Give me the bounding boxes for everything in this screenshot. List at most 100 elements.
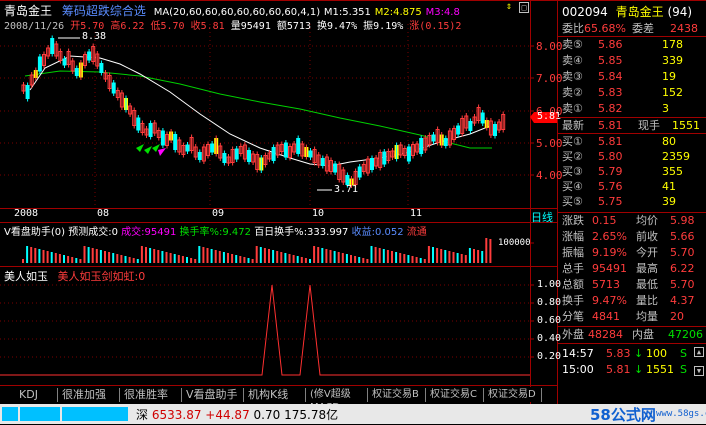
volume-bar (30, 247, 33, 263)
tab-v-kanpan[interactable]: V看盘助手 (182, 388, 244, 402)
volume-bar (321, 248, 324, 263)
volume-bar (128, 257, 131, 263)
volume-bar (67, 256, 70, 263)
price-chart (0, 24, 557, 376)
tab-hz-jq[interactable]: 很准加强 (58, 388, 120, 402)
volume-bar (173, 254, 176, 263)
scroll-up-icon[interactable]: ▲ (694, 347, 704, 357)
volume-bar (268, 249, 270, 263)
quote-divider-5 (558, 326, 706, 327)
volume-bar (399, 253, 402, 263)
month-10: 10 (312, 208, 325, 219)
price-axis-8: 8.00 (536, 40, 563, 53)
volume-bar (71, 257, 74, 263)
sub1-gain: 收益:0.052 (351, 227, 404, 238)
period-button[interactable]: 日线 (531, 209, 553, 225)
stat-row-1: 涨幅 2.65% 前收 5.66 (562, 230, 695, 243)
volume-bar (75, 258, 78, 263)
buy-row-1: 买① 5.81 80 (562, 135, 676, 148)
sub2-axis-08: 0.80 (537, 297, 562, 308)
volume-bar (255, 246, 258, 263)
sell-row-5: 卖⑤ 5.86 178 (562, 38, 683, 51)
volume-bar (440, 249, 443, 263)
volume-bar (378, 248, 381, 263)
stat-row-2: 振幅 9.19% 今开 5.70 (562, 246, 695, 259)
stock-code: 002094 (562, 5, 608, 19)
index-amount: 175.78亿 (284, 408, 339, 422)
volume-bar (354, 256, 357, 263)
volume-bar (181, 256, 184, 263)
buy-row-5: 买⑤ 5.75 39 (562, 195, 676, 208)
tick-row-0: 14:57 5.83 ↓ 100 S (562, 347, 687, 360)
volume-bar (259, 247, 262, 263)
volume-bar (423, 259, 426, 263)
volume-bar (460, 254, 463, 263)
sell-row-3: 卖③ 5.84 19 (562, 70, 676, 83)
volume-bar (54, 253, 57, 263)
volume-bar (149, 248, 152, 263)
sub1-forecast: 预测成交:0 (68, 227, 118, 238)
tab-qz-c[interactable]: 权证交易C (426, 388, 484, 402)
month-11: 11 (410, 208, 423, 219)
sub1-name[interactable]: V看盘助手(0) (4, 227, 65, 238)
sub2-signal: 美人如玉剑如虹:0 (57, 270, 146, 283)
tab-macd[interactable]: (修V超级MACD (306, 388, 368, 413)
volume-bar (157, 250, 160, 263)
volume-bar (391, 251, 393, 263)
quote-divider-6 (558, 343, 706, 344)
tab-qz-d[interactable]: 权证交易D (484, 388, 542, 402)
volume-bar (411, 256, 414, 263)
volume-bar (22, 259, 24, 263)
volume-bar (300, 257, 303, 263)
volume-bar (165, 252, 168, 263)
stat-row-5: 换手 9.47% 量比 4.37 (562, 294, 695, 307)
volume-bar (448, 251, 451, 263)
volume-bar (239, 256, 242, 263)
status-index: 深 6533.87 +44.87 0.70 175.78亿 (136, 406, 338, 423)
price-axis-7: 7.00 (536, 72, 563, 85)
volume-bar (485, 238, 488, 263)
volume-bar (218, 251, 221, 263)
volume-bar (337, 252, 340, 263)
volume-bar (288, 254, 291, 263)
volume-bar (296, 256, 299, 263)
sell-row-1: 卖① 5.82 3 (562, 102, 669, 115)
tab-hz-sl[interactable]: 很准胜率 (120, 388, 182, 402)
volume-bar (227, 253, 229, 263)
index-pct: 0.70 (253, 408, 281, 422)
tab-qz-b[interactable]: 权证交易B (368, 388, 426, 402)
volume-bar (136, 259, 139, 263)
month-2008: 2008 (14, 208, 39, 219)
scroll-down-icon[interactable]: ▼ (694, 366, 704, 376)
volume-bar (99, 250, 102, 263)
volume-bar (407, 255, 410, 263)
volume-bar (358, 257, 361, 263)
volume-bar (317, 247, 320, 263)
volume-bar (95, 249, 98, 263)
sub1-deal: 成交:95491 (121, 227, 177, 238)
sub2-axis-1: 1.00 (537, 279, 562, 290)
quote-divider-4 (558, 212, 706, 213)
month-09: 09 (212, 208, 225, 219)
volume-bar (350, 255, 352, 263)
volume-bar (456, 253, 459, 263)
tab-kdj[interactable]: KDJ (0, 388, 58, 402)
volume-bar (272, 250, 275, 263)
tick-row-1: 15:00 5.81 ↓ 1551 S (562, 363, 687, 376)
volume-bar (362, 258, 365, 263)
volume-bar (395, 252, 398, 263)
volume-bar (91, 248, 94, 263)
stat-row-6: 分笔 4841 均量 20 (562, 310, 684, 323)
volume-bar (444, 250, 447, 263)
sub2-name[interactable]: 美人如玉 (4, 270, 48, 283)
buy-row-3: 买③ 5.79 355 (562, 165, 683, 178)
volume-bar (153, 249, 156, 263)
volume-bar (280, 252, 283, 263)
volume-bar (124, 256, 127, 263)
volume-bar (104, 251, 106, 263)
volume-bar (214, 250, 217, 263)
volume-bar (432, 247, 434, 263)
volume-bar (46, 251, 49, 263)
tab-jigou-k[interactable]: 机构K线 (244, 388, 306, 402)
quote-divider-3 (558, 133, 706, 134)
